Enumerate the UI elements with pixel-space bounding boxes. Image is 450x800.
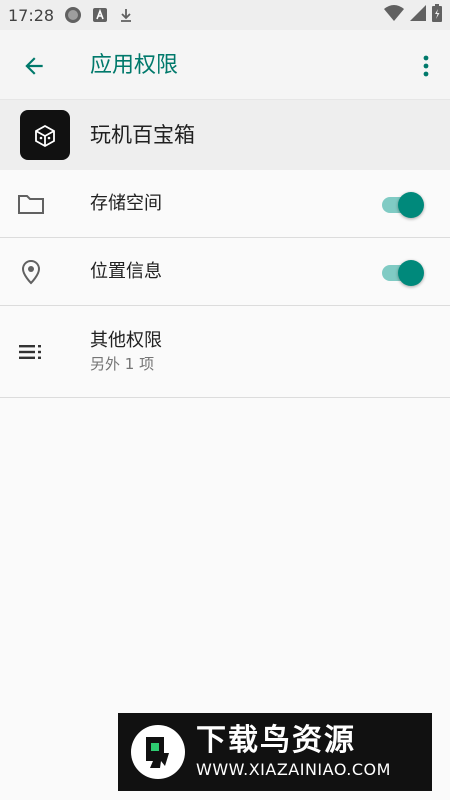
status-time: 17:28 — [8, 5, 55, 25]
record-icon — [64, 6, 82, 24]
status-bar: 17:28 — [0, 0, 450, 30]
app-name: 玩机百宝箱 — [90, 123, 195, 147]
cellular-icon — [410, 5, 426, 25]
permission-sublabel-other: 另外 1 项 — [90, 355, 155, 373]
back-button[interactable] — [18, 50, 50, 82]
app-bar: 应用权限 — [0, 30, 450, 100]
watermark-url: WWW.XIAZAINIAO.COM — [196, 760, 391, 779]
location-pin-icon — [16, 257, 46, 287]
permission-label-other: 其他权限 — [90, 330, 162, 351]
app-icon — [20, 110, 70, 160]
app-info-header: 玩机百宝箱 — [0, 100, 450, 170]
permission-label-location: 位置信息 — [90, 261, 162, 282]
switch-thumb — [398, 260, 424, 286]
more-vert-icon — [423, 55, 429, 77]
watermark-title: 下载鸟资源 — [196, 723, 356, 758]
storage-permission-toggle[interactable] — [380, 189, 426, 219]
permission-row-location[interactable]: 位置信息 — [0, 238, 450, 306]
location-permission-toggle[interactable] — [380, 257, 426, 287]
switch-thumb — [398, 192, 424, 218]
font-a-icon — [92, 7, 108, 23]
list-icon — [16, 337, 46, 367]
permission-row-other[interactable]: 其他权限 另外 1 项 — [0, 306, 450, 398]
arrow-back-icon — [25, 57, 43, 75]
folder-icon — [16, 189, 46, 219]
box-icon — [35, 124, 55, 148]
battery-icon — [432, 4, 442, 26]
download-icon — [118, 7, 134, 23]
permission-label-storage: 存储空间 — [90, 193, 162, 214]
permission-row-storage[interactable]: 存储空间 — [0, 170, 450, 238]
wifi-icon — [384, 5, 404, 25]
overflow-menu-button[interactable] — [414, 50, 438, 82]
bird-logo-icon — [126, 720, 190, 784]
page-title: 应用权限 — [90, 53, 179, 78]
watermark: 下载鸟资源 WWW.XIAZAINIAO.COM — [118, 713, 432, 791]
